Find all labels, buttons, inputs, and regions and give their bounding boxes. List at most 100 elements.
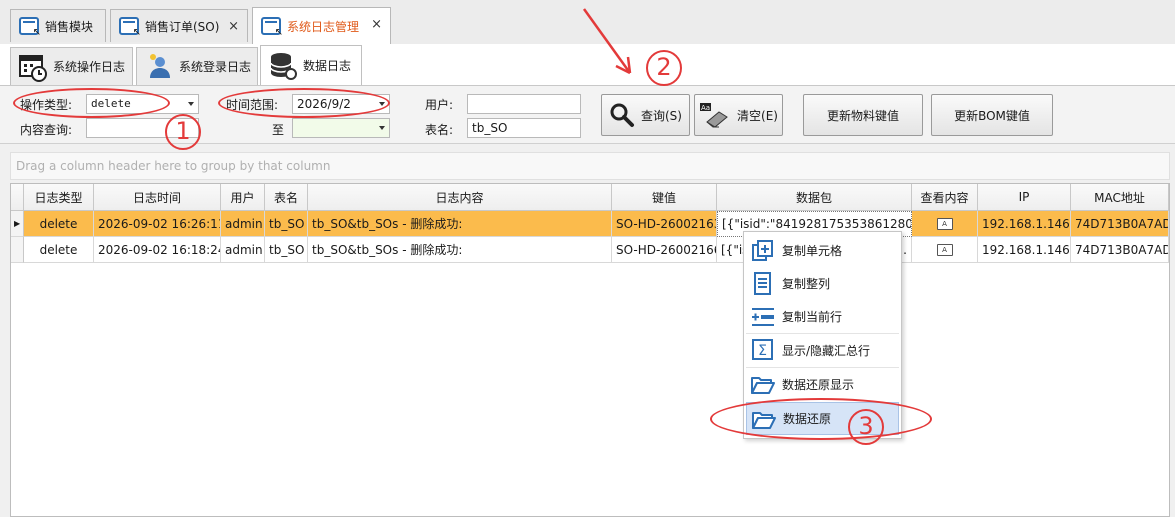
- group-hint-text: Drag a column header here to group by th…: [16, 159, 331, 173]
- column-header[interactable]: 键值: [612, 184, 717, 211]
- column-header[interactable]: 日志时间: [94, 184, 221, 211]
- tab-login-log[interactable]: 系统登录日志: [136, 47, 258, 85]
- cell-view[interactable]: A: [912, 237, 978, 263]
- menu-item-label: 复制当前行: [782, 310, 843, 324]
- cell-key[interactable]: SO-HD-26002166: [612, 237, 717, 263]
- user-icon: [150, 53, 170, 78]
- column-header[interactable]: 用户: [221, 184, 265, 211]
- content-query-label: 内容查询:: [20, 123, 73, 137]
- menu-item-label: 复制单元格: [782, 244, 843, 258]
- cell-content[interactable]: tb_SO&tb_SOs - 删除成功:: [308, 211, 612, 237]
- calendar-clock-icon: [19, 54, 47, 82]
- caret-right-icon: ▶: [14, 219, 21, 228]
- chevron-down-icon[interactable]: [379, 126, 385, 130]
- copy-cell-icon: [752, 239, 773, 261]
- window-icon: ↖: [19, 17, 41, 38]
- button-label: 更新BOM键值: [954, 108, 1030, 123]
- table-name-input[interactable]: tb_SO: [467, 118, 581, 138]
- cell-content[interactable]: tb_SO&tb_SOs - 删除成功:: [308, 237, 612, 263]
- row-indicator[interactable]: ▶: [11, 211, 24, 237]
- sigma-icon: Σ: [752, 339, 773, 360]
- column-header[interactable]: 表名: [265, 184, 308, 211]
- cell-time[interactable]: 2026-09-02 16:26:11: [94, 211, 221, 237]
- svg-text:Aa: Aa: [701, 104, 710, 112]
- cell-key[interactable]: SO-HD-26002163: [612, 211, 717, 237]
- column-header[interactable]: 日志内容: [308, 184, 612, 211]
- menu-item-toggle-summary[interactable]: Σ 显示/隐藏汇总行: [746, 333, 899, 366]
- close-icon[interactable]: ×: [228, 19, 239, 34]
- cell-ip[interactable]: 192.168.1.146: [978, 237, 1071, 263]
- column-header[interactable]: MAC地址: [1071, 184, 1169, 211]
- cell-time[interactable]: 2026-09-02 16:18:24: [94, 237, 221, 263]
- tab-label: 系统操作日志: [53, 60, 126, 74]
- cell-table[interactable]: tb_SO: [265, 211, 308, 237]
- tab-data-log[interactable]: 数据日志: [260, 45, 362, 85]
- clear-button[interactable]: Aa 清空(E): [694, 94, 783, 136]
- window-icon: ↖: [261, 17, 283, 38]
- row-indicator[interactable]: [11, 237, 24, 263]
- tab-label: 系统登录日志: [179, 60, 252, 74]
- tab-sales-module[interactable]: ↖ 销售模块: [10, 9, 106, 42]
- row-indicator-header: [11, 184, 24, 211]
- column-header[interactable]: IP: [978, 184, 1071, 211]
- cell-user[interactable]: admin: [221, 237, 265, 263]
- view-content-icon[interactable]: A: [936, 217, 953, 230]
- column-header[interactable]: 日志类型: [24, 184, 94, 211]
- cell-type[interactable]: delete: [24, 237, 94, 263]
- annotation-number-1: 1: [165, 114, 201, 150]
- menu-item-copy-cell[interactable]: 复制单元格: [746, 234, 899, 267]
- user-input[interactable]: [467, 94, 581, 114]
- copy-row-icon: [752, 307, 774, 326]
- cell-table[interactable]: tb_SO: [265, 237, 308, 263]
- column-header[interactable]: 查看内容: [912, 184, 978, 211]
- update-material-key-button[interactable]: 更新物料键值: [803, 94, 923, 136]
- button-label: 查询(S): [641, 108, 682, 123]
- menu-item-label: 显示/隐藏汇总行: [782, 343, 871, 358]
- button-label: 更新物料键值: [826, 108, 899, 123]
- cell-mac[interactable]: 74D713B0A7AD: [1071, 237, 1169, 263]
- update-bom-key-button[interactable]: 更新BOM键值: [931, 94, 1053, 136]
- column-header[interactable]: 数据包: [717, 184, 912, 211]
- svg-text:Σ: Σ: [758, 343, 767, 359]
- annotation-number-2: 2: [646, 50, 682, 86]
- table-name-label: 表名:: [425, 123, 454, 137]
- annotation-arrow: [582, 8, 632, 75]
- tab-system-log[interactable]: ↖ 系统日志管理 ×: [252, 7, 391, 44]
- tab-sales-order[interactable]: ↖ 销售订单(SO) ×: [110, 9, 248, 42]
- query-button[interactable]: 查询(S): [601, 94, 690, 136]
- cell-ip[interactable]: 192.168.1.146: [978, 211, 1071, 237]
- to-label: 至: [272, 123, 285, 137]
- user-label: 用户:: [425, 98, 454, 112]
- menu-item-copy-row[interactable]: 复制当前行: [746, 300, 899, 333]
- menu-item-restore-preview[interactable]: 数据还原显示: [746, 367, 899, 400]
- search-icon: [610, 103, 634, 127]
- cell-user[interactable]: admin: [221, 211, 265, 237]
- close-icon[interactable]: ×: [371, 17, 382, 32]
- window-icon: ↖: [119, 17, 141, 38]
- chevron-down-icon[interactable]: [188, 102, 194, 106]
- database-icon: [270, 52, 297, 80]
- menu-item-copy-column[interactable]: 复制整列: [746, 267, 899, 300]
- button-label: 清空(E): [737, 108, 778, 123]
- data-log-grid: 日志类型 日志时间 用户 表名 日志内容 键值 数据包 查看内容 IP MAC地…: [10, 183, 1170, 517]
- view-content-icon[interactable]: A: [936, 243, 953, 256]
- cell-view[interactable]: A: [912, 211, 978, 237]
- cell-type[interactable]: delete: [24, 211, 94, 237]
- copy-column-icon: [754, 271, 771, 295]
- annotation-ellipse-2: [218, 88, 390, 118]
- folder-open-icon: [751, 377, 775, 394]
- menu-item-label: 复制整列: [782, 277, 831, 291]
- menu-item-label: 数据还原显示: [782, 377, 855, 392]
- cell-mac[interactable]: 74D713B0A7AD: [1071, 211, 1169, 237]
- annotation-number-3: 3: [848, 409, 884, 445]
- group-by-panel[interactable]: Drag a column header here to group by th…: [10, 152, 1170, 180]
- tab-label: 系统日志管理: [287, 19, 360, 34]
- annotation-ellipse-1: [13, 88, 170, 118]
- tab-label: 数据日志: [303, 59, 352, 73]
- time-to-picker[interactable]: [292, 118, 390, 138]
- tab-label: 销售订单(SO): [145, 19, 220, 34]
- eraser-icon: Aa: [700, 103, 728, 128]
- tab-label: 销售模块: [45, 19, 94, 34]
- annotation-ellipse-3: [710, 398, 932, 440]
- tab-operation-log[interactable]: 系统操作日志: [10, 47, 133, 85]
